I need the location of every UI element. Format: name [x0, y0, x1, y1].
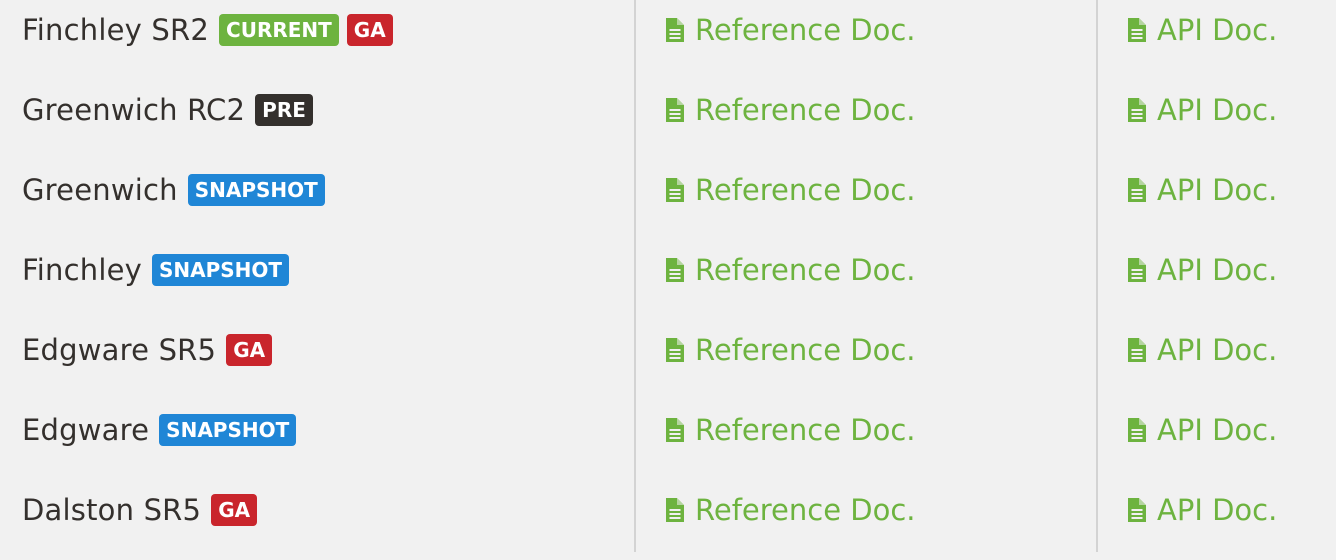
api-doc-label: API Doc.	[1157, 493, 1278, 527]
reference-doc-label: Reference Doc.	[695, 13, 916, 47]
snapshot-badge: SNAPSHOT	[187, 174, 325, 206]
version-name: Dalston SR5	[22, 493, 202, 527]
file-text-icon	[666, 18, 684, 42]
version-row-4: Finchley SNAPSHOT Reference Doc. API Doc…	[0, 240, 1336, 320]
reference-doc-link[interactable]: Reference Doc.	[664, 10, 916, 50]
file-text-icon	[666, 178, 684, 202]
reference-doc-link[interactable]: Reference Doc.	[664, 490, 916, 530]
version-row-7: Dalston SR5 GA Reference Doc. API Doc.	[0, 480, 1336, 560]
file-text-icon	[1128, 418, 1146, 442]
file-text-icon	[1128, 258, 1146, 282]
file-text-icon	[666, 258, 684, 282]
snapshot-badge: SNAPSHOT	[152, 254, 290, 286]
version-cell: Finchley SR2 CURRENT GA	[22, 10, 401, 50]
version-cell: Edgware SNAPSHOT	[22, 410, 304, 450]
versions-table: Finchley SR2 CURRENT GA Reference Doc. AP…	[0, 0, 1336, 552]
reference-doc-label: Reference Doc.	[695, 93, 916, 127]
version-name: Finchley	[22, 253, 142, 287]
ga-badge: GA	[226, 334, 273, 366]
version-name: Edgware SR5	[22, 333, 217, 367]
file-text-icon	[666, 338, 684, 362]
version-row-6: Edgware SNAPSHOT Reference Doc. API Doc.	[0, 400, 1336, 480]
reference-doc-label: Reference Doc.	[695, 413, 916, 447]
api-doc-label: API Doc.	[1157, 333, 1278, 367]
api-doc-link[interactable]: API Doc.	[1126, 250, 1277, 290]
file-text-icon	[1128, 498, 1146, 522]
file-text-icon	[1128, 18, 1146, 42]
version-row-1: Finchley SR2 CURRENT GA Reference Doc. AP…	[0, 0, 1336, 80]
api-doc-label: API Doc.	[1157, 253, 1278, 287]
api-doc-label: API Doc.	[1157, 93, 1278, 127]
version-cell: Greenwich SNAPSHOT	[22, 170, 333, 210]
reference-doc-link[interactable]: Reference Doc.	[664, 250, 916, 290]
reference-doc-label: Reference Doc.	[695, 333, 916, 367]
file-text-icon	[666, 498, 684, 522]
version-name: Edgware	[22, 413, 150, 447]
reference-doc-label: Reference Doc.	[695, 493, 916, 527]
ga-badge: GA	[346, 14, 393, 46]
reference-doc-label: Reference Doc.	[695, 173, 916, 207]
reference-doc-link[interactable]: Reference Doc.	[664, 410, 916, 450]
api-doc-link[interactable]: API Doc.	[1126, 490, 1277, 530]
api-doc-link[interactable]: API Doc.	[1126, 90, 1277, 130]
api-doc-link[interactable]: API Doc.	[1126, 170, 1277, 210]
api-doc-link[interactable]: API Doc.	[1126, 10, 1277, 50]
pre-badge: PRE	[255, 94, 313, 126]
file-text-icon	[666, 418, 684, 442]
api-doc-label: API Doc.	[1157, 173, 1278, 207]
version-row-2: Greenwich RC2 PRE Reference Doc. API Doc…	[0, 80, 1336, 160]
version-name: Finchley SR2	[22, 13, 210, 47]
reference-doc-label: Reference Doc.	[695, 253, 916, 287]
version-cell: Greenwich RC2 PRE	[22, 90, 321, 130]
file-text-icon	[1128, 338, 1146, 362]
api-doc-link[interactable]: API Doc.	[1126, 410, 1277, 450]
version-name: Greenwich RC2	[22, 93, 246, 127]
current-badge: CURRENT	[219, 14, 339, 46]
version-name: Greenwich	[22, 173, 178, 207]
reference-doc-link[interactable]: Reference Doc.	[664, 330, 916, 370]
version-row-3: Greenwich SNAPSHOT Reference Doc. API Do…	[0, 160, 1336, 240]
version-row-5: Edgware SR5 GA Reference Doc. API Doc.	[0, 320, 1336, 400]
file-text-icon	[1128, 98, 1146, 122]
api-doc-label: API Doc.	[1157, 413, 1278, 447]
file-text-icon	[1128, 178, 1146, 202]
version-cell: Edgware SR5 GA	[22, 330, 280, 370]
version-cell: Dalston SR5 GA	[22, 490, 265, 530]
snapshot-badge: SNAPSHOT	[159, 414, 297, 446]
api-doc-link[interactable]: API Doc.	[1126, 330, 1277, 370]
file-text-icon	[666, 98, 684, 122]
version-cell: Finchley SNAPSHOT	[22, 250, 297, 290]
reference-doc-link[interactable]: Reference Doc.	[664, 170, 916, 210]
ga-badge: GA	[211, 494, 258, 526]
api-doc-label: API Doc.	[1157, 13, 1278, 47]
reference-doc-link[interactable]: Reference Doc.	[664, 90, 916, 130]
